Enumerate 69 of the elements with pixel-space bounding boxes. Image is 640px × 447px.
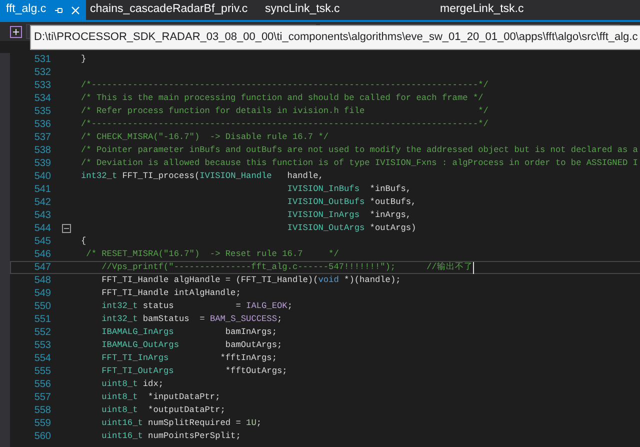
line-number: 546 bbox=[33, 248, 51, 262]
line-number: 555 bbox=[33, 365, 51, 379]
code-line: FFT_TI_OutArgs *fftOutArgs; bbox=[100, 365, 288, 378]
file-tab[interactable]: mergeLink_tsk.c bbox=[436, 0, 611, 20]
line-number: 552 bbox=[33, 326, 51, 340]
line-number: 540 bbox=[33, 170, 51, 184]
line-number: 535 bbox=[33, 105, 51, 119]
line-number: 554 bbox=[33, 352, 51, 366]
line-number: 532 bbox=[33, 66, 51, 80]
code-line: IBAMALG_InArgs bamInArgs; bbox=[100, 326, 277, 339]
code-line: //Vps_printf("---------------fft_alg.c------547!!!!!!!"); //输出不了 bbox=[100, 261, 474, 274]
line-number: 553 bbox=[33, 339, 51, 353]
code-line: /* Refer process function for details in ivision.h file */ bbox=[81, 105, 488, 118]
line-number: 560 bbox=[33, 430, 51, 444]
collapse-icon[interactable] bbox=[62, 224, 70, 233]
line-number: 547 bbox=[33, 261, 51, 275]
code-line: uint16_t numSplitRequired = 1U; bbox=[100, 417, 262, 430]
pin-icon[interactable] bbox=[54, 6, 64, 14]
line-number: 548 bbox=[33, 274, 51, 288]
path-tooltip: D:\ti\PROCESSOR_SDK_RADAR_03_08_00_00\ti_components\algorithms\eve_sw_01_20_01_00\apps\fft\algo\src\fft_alg.c bbox=[30, 25, 640, 50]
line-number: 557 bbox=[33, 391, 51, 405]
code-line: /* CHECK_MISRA("-16.7") -> Disable rule 16.7 */ bbox=[81, 131, 329, 144]
line-number: 550 bbox=[33, 300, 51, 314]
class-icon bbox=[10, 26, 22, 38]
code-line: uint8_t *outputDataPtr; bbox=[100, 404, 226, 417]
line-number: 543 bbox=[33, 209, 51, 223]
line-number: 533 bbox=[33, 79, 51, 93]
file-tab[interactable]: fft_alg.c bbox=[0, 0, 86, 20]
code-line: IVISION_InArgs *inArgs, bbox=[286, 209, 412, 222]
text-cursor bbox=[472, 262, 474, 274]
code-line: uint8_t *inputDataPtr; bbox=[100, 391, 220, 404]
code-line: /* RESET_MISRA("16.7") -> Reset rule 16.7 */ bbox=[85, 248, 339, 261]
file-tab[interactable]: chains_cascadeRadarBf_priv.c bbox=[86, 0, 261, 20]
code-line: uint16_t numPointsPerSplit; bbox=[100, 430, 241, 443]
line-number: 559 bbox=[33, 417, 51, 431]
code-line: } bbox=[81, 53, 86, 66]
code-line: /* This is the main processing function and should be called for each frame */ bbox=[81, 92, 484, 105]
code-line: { bbox=[81, 235, 86, 248]
line-number: 556 bbox=[33, 378, 51, 392]
code-line: IVISION_InBufs *inBufs, bbox=[286, 183, 412, 196]
code-line: uint8_t idx; bbox=[100, 378, 164, 391]
code-line: /* Pointer parameter inBufs and outBufs are not used to modify the addressed object but is not declared as a bbox=[81, 144, 638, 157]
line-number: 544 bbox=[33, 222, 51, 236]
line-number: 538 bbox=[33, 144, 51, 158]
code-line: FFT_TI_InArgs *fftInArgs; bbox=[100, 352, 277, 365]
code-line: IBAMALG_OutArgs bamOutArgs; bbox=[100, 339, 282, 352]
line-number: 549 bbox=[33, 287, 51, 301]
line-number: 537 bbox=[33, 131, 51, 145]
code-line: IVISION_OutBufs *outBufs, bbox=[286, 196, 416, 209]
code-line: FFT_TI_Handle intAlgHandle; bbox=[100, 287, 241, 300]
code-line: /*---------------------------------------------------------------------------*/ bbox=[81, 118, 488, 131]
line-number: 558 bbox=[33, 404, 51, 418]
line-number: 542 bbox=[33, 196, 51, 210]
line-number: 541 bbox=[33, 183, 51, 197]
code-line: int32_t status = IALG_EOK; bbox=[100, 300, 292, 313]
code-line: /*---------------------------------------------------------------------------*/ bbox=[81, 79, 488, 92]
line-number: 551 bbox=[33, 313, 51, 327]
line-number: 539 bbox=[33, 157, 51, 171]
code-line: int32_t FFT_TI_process(IVISION_Handle handle, bbox=[81, 170, 324, 183]
line-number: 545 bbox=[33, 235, 51, 249]
line-number: 536 bbox=[33, 118, 51, 132]
line-number: 531 bbox=[33, 53, 51, 67]
line-number: 534 bbox=[33, 92, 51, 106]
code-line: int32_t bamStatus = BAM_S_SUCCESS; bbox=[100, 313, 282, 326]
file-tab[interactable]: syncLink_tsk.c bbox=[261, 0, 436, 20]
close-icon[interactable] bbox=[71, 6, 80, 14]
code-line: /* Deviation is allowed because this function is of type IVISION_Fxns : algProcess in order to be ASSIGNED I bbox=[81, 157, 638, 170]
code-line: IVISION_OutArgs *outArgs) bbox=[286, 222, 416, 235]
code-line: FFT_TI_Handle algHandle = (FFT_TI_Handle)(void *)(handle); bbox=[100, 274, 401, 287]
